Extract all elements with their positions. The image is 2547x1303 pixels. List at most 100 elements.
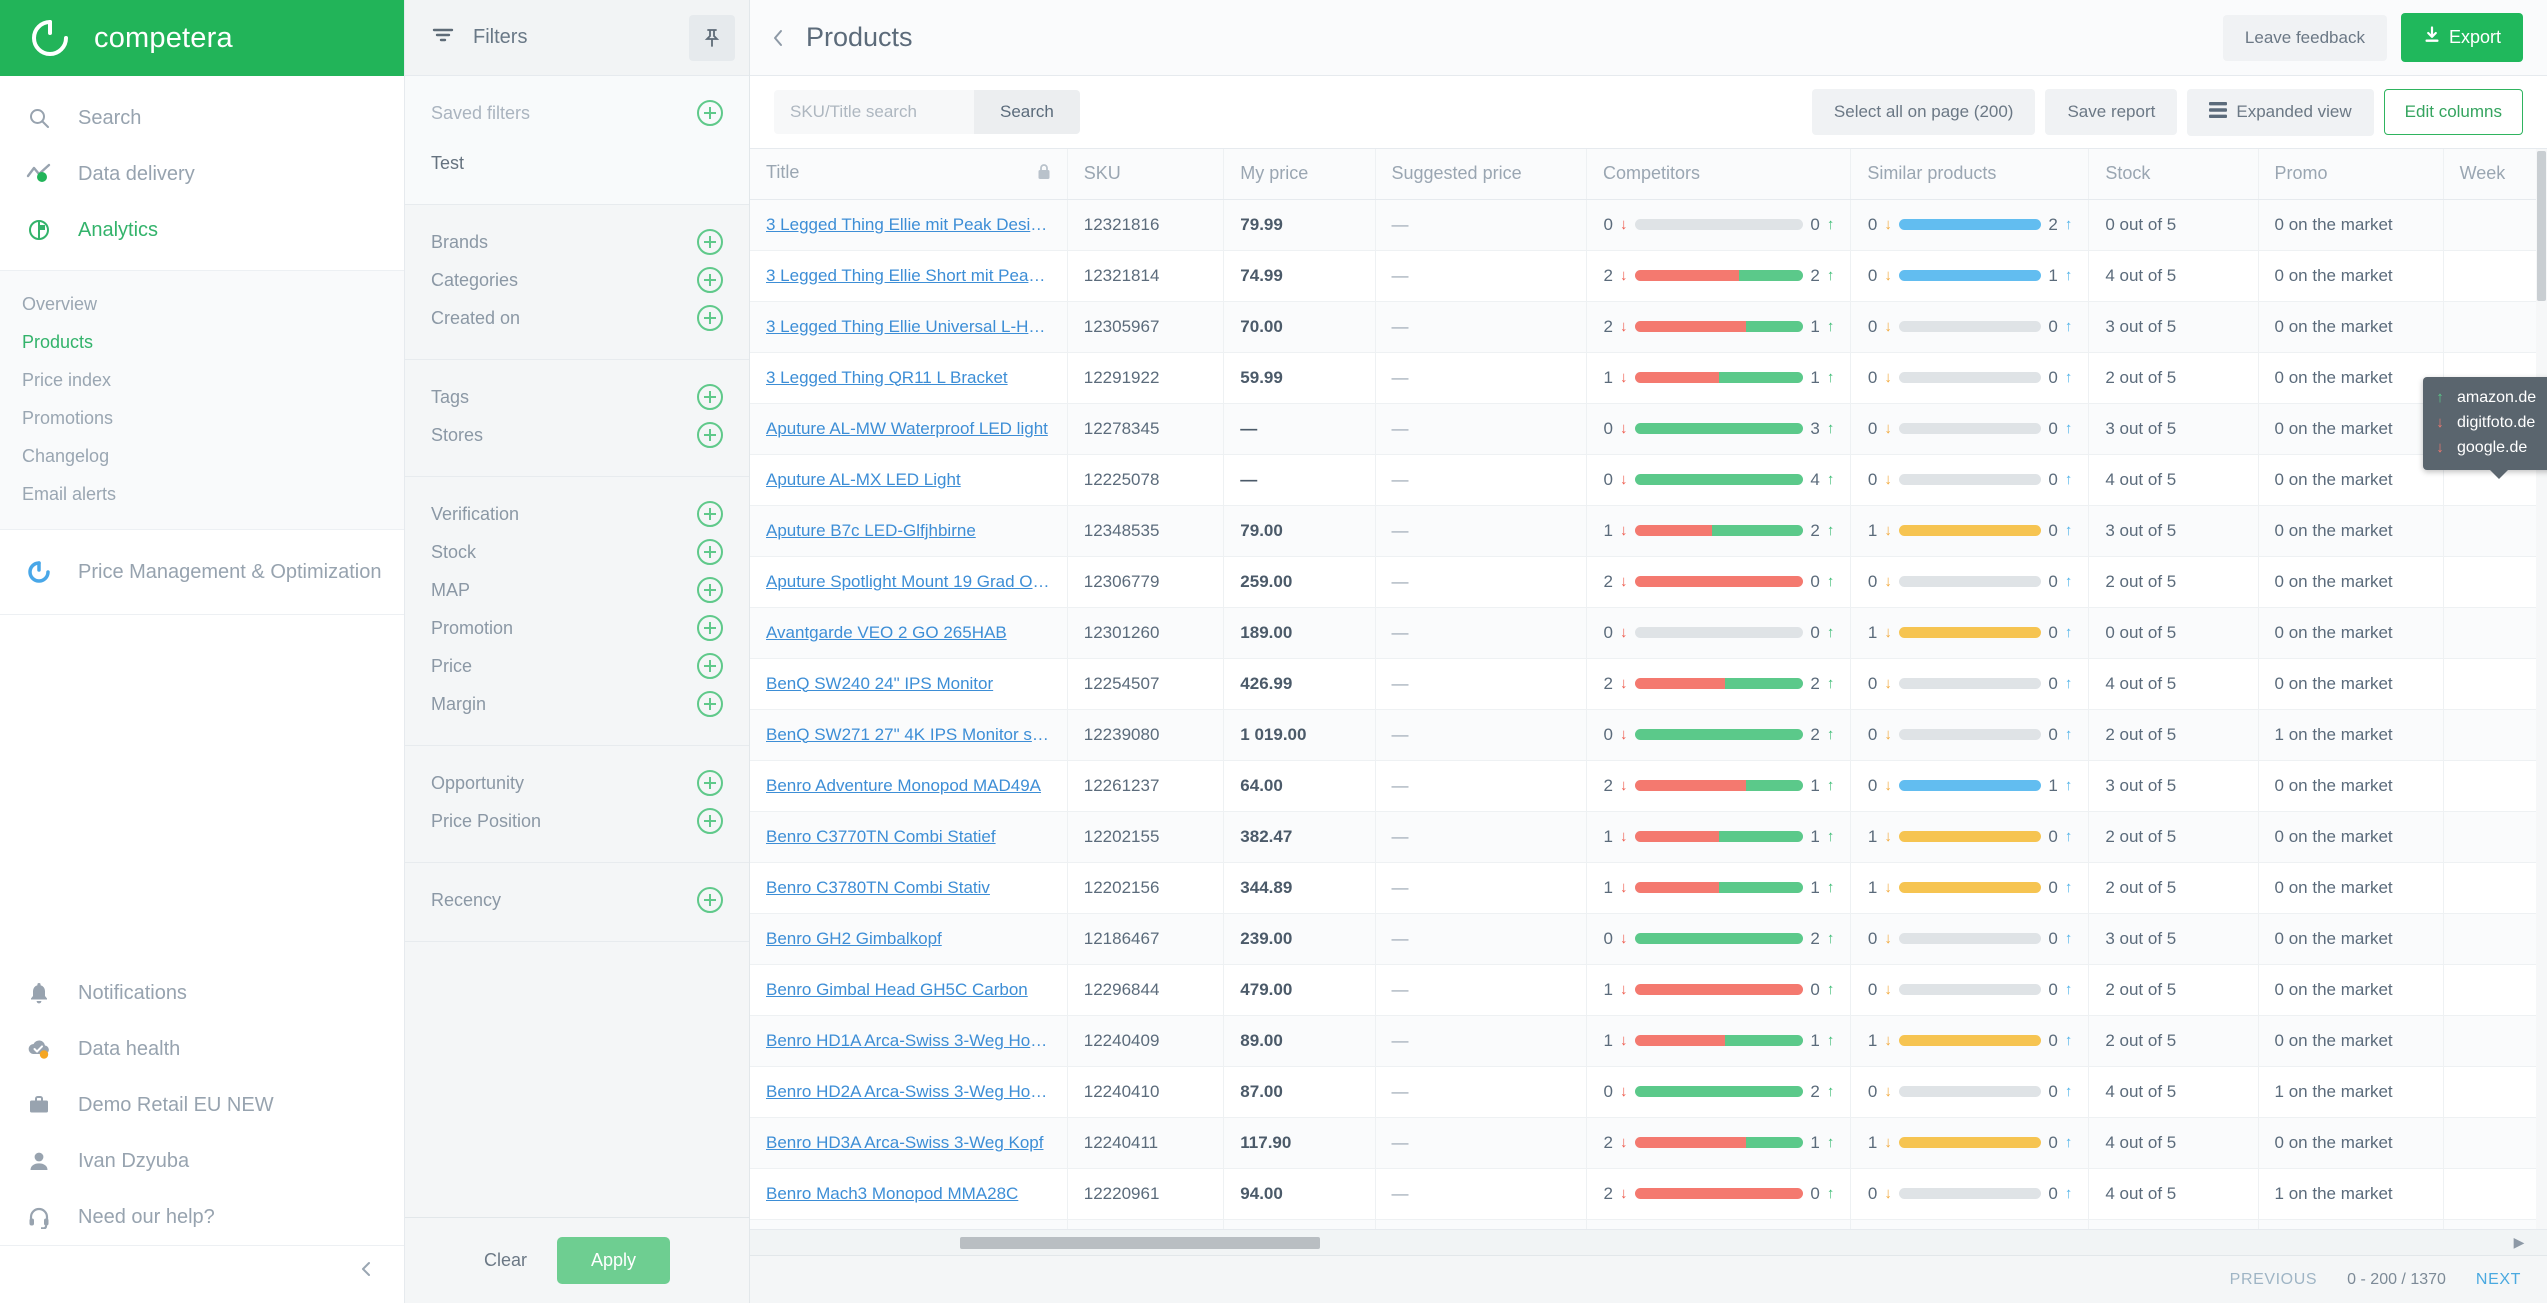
add-filter-button[interactable] — [697, 691, 723, 717]
add-filter-button[interactable] — [697, 808, 723, 834]
horizontal-scroll-thumb[interactable] — [960, 1236, 1320, 1249]
filter-row-categories[interactable]: Categories — [405, 261, 749, 299]
competitors-bar[interactable] — [1634, 1188, 1803, 1199]
expanded-view-button[interactable]: Expanded view — [2187, 88, 2374, 136]
product-title-link[interactable]: BenQ SW240 24" IPS Monitor — [766, 674, 1051, 694]
competitors-bar[interactable] — [1634, 729, 1803, 740]
product-title-link[interactable]: Avantgarde VEO 2 GO 265HAB — [766, 623, 1051, 643]
product-title-link[interactable]: 3 Legged Thing Ellie Short mit Peak Des.… — [766, 266, 1051, 286]
search-button[interactable]: Search — [974, 90, 1080, 134]
filter-row-created-on[interactable]: Created on — [405, 299, 749, 337]
filter-row-margin[interactable]: Margin — [405, 685, 749, 723]
horizontal-scroll-track[interactable] — [960, 1236, 2517, 1249]
edit-columns-button[interactable]: Edit columns — [2383, 89, 2523, 135]
filter-row-map[interactable]: MAP — [405, 571, 749, 609]
add-filter-button[interactable] — [697, 770, 723, 796]
column-header-title[interactable]: Title — [750, 149, 1068, 200]
similar-bar[interactable] — [1898, 729, 2041, 740]
add-filter-button[interactable] — [697, 577, 723, 603]
filter-row-verification[interactable]: Verification — [405, 495, 749, 533]
column-header-similar-products[interactable]: Similar products — [1850, 149, 2090, 200]
save-report-button[interactable]: Save report — [2045, 89, 2178, 135]
add-filter-button[interactable] — [697, 539, 723, 565]
similar-bar[interactable] — [1898, 1035, 2041, 1046]
column-header-my-price[interactable]: My price — [1223, 149, 1376, 200]
competitors-bar[interactable] — [1634, 525, 1803, 536]
filter-row-recency[interactable]: Recency — [405, 881, 749, 919]
sidebar-item-data-delivery[interactable]: Data delivery — [0, 146, 404, 202]
column-header-week[interactable]: Week — [2443, 149, 2547, 200]
product-title-link[interactable]: Benro C3770TN Combi Statief — [766, 827, 1051, 847]
clear-filters-button[interactable]: Clear — [484, 1250, 527, 1271]
product-title-link[interactable]: Benro Gimbal Head GH5C Carbon — [766, 980, 1051, 1000]
product-title-link[interactable]: 3 Legged Thing Ellie Universal L-Halteru… — [766, 317, 1051, 337]
filter-row-stores[interactable]: Stores — [405, 416, 749, 454]
similar-bar[interactable] — [1898, 780, 2041, 791]
competitors-bar[interactable] — [1634, 423, 1803, 434]
product-title-link[interactable]: Aputure AL-MX LED Light — [766, 470, 1051, 490]
competitors-bar[interactable] — [1634, 576, 1803, 587]
similar-bar[interactable] — [1898, 882, 2041, 893]
similar-bar[interactable] — [1898, 270, 2041, 281]
vertical-scroll-thumb[interactable] — [2537, 151, 2546, 301]
add-saved-filter-button[interactable] — [697, 100, 723, 126]
add-filter-button[interactable] — [697, 229, 723, 255]
product-title-link[interactable]: 3 Legged Thing Ellie mit Peak Design Ca.… — [766, 215, 1051, 235]
add-filter-button[interactable] — [697, 267, 723, 293]
sidebar-item-need-help[interactable]: Need our help? — [0, 1189, 404, 1245]
filter-row-price-position[interactable]: Price Position — [405, 802, 749, 840]
product-title-link[interactable]: BenQ SW271 27" 4K IPS Monitor schwarz — [766, 725, 1051, 745]
chevron-left-icon[interactable] — [766, 28, 792, 48]
sidebar-item-promotions[interactable]: Promotions — [0, 399, 404, 437]
add-filter-button[interactable] — [697, 384, 723, 410]
competitors-bar[interactable] — [1634, 474, 1803, 485]
previous-page-button[interactable]: PREVIOUS — [2230, 1271, 2318, 1289]
product-title-link[interactable]: Benro HD3A Arca-Swiss 3-Weg Kopf — [766, 1133, 1051, 1153]
competitors-bar[interactable] — [1634, 321, 1803, 332]
sidebar-item-price-management-optimization[interactable]: Price Management & Optimization — [0, 544, 404, 600]
select-all-on-page-button[interactable]: Select all on page (200) — [1811, 89, 2036, 135]
similar-bar[interactable] — [1898, 1086, 2041, 1097]
add-filter-button[interactable] — [697, 501, 723, 527]
column-header-promo[interactable]: Promo — [2258, 149, 2444, 200]
similar-bar[interactable] — [1898, 1188, 2041, 1199]
competitors-bar[interactable] — [1634, 270, 1803, 281]
sidebar-item-search[interactable]: Search — [0, 90, 404, 146]
product-title-link[interactable]: Benro Adventure Monopod MAD49A — [766, 776, 1051, 796]
sidebar-item-analytics[interactable]: Analytics — [0, 202, 404, 258]
competitors-bar[interactable] — [1634, 984, 1803, 995]
leave-feedback-button[interactable]: Leave feedback — [2222, 14, 2387, 61]
scroll-right-arrow-icon[interactable]: ▶ — [2507, 1234, 2531, 1251]
competitors-bar[interactable] — [1634, 933, 1803, 944]
apply-filters-button[interactable]: Apply — [556, 1237, 671, 1284]
column-header-stock[interactable]: Stock — [2088, 149, 2259, 200]
similar-bar[interactable] — [1898, 933, 2041, 944]
add-filter-button[interactable] — [697, 887, 723, 913]
product-title-link[interactable]: Aputure AL-MW Waterproof LED light — [766, 419, 1051, 439]
column-header-competitors[interactable]: Competitors — [1586, 149, 1852, 200]
filter-row-stock[interactable]: Stock — [405, 533, 749, 571]
competitors-bar[interactable] — [1634, 372, 1803, 383]
add-filter-button[interactable] — [697, 422, 723, 448]
filter-row-promotion[interactable]: Promotion — [405, 609, 749, 647]
product-title-link[interactable]: Benro HD1A Arca-Swiss 3-Weg Hoofd — [766, 1031, 1051, 1051]
competitors-bar[interactable] — [1634, 678, 1803, 689]
similar-bar[interactable] — [1898, 831, 2041, 842]
add-filter-button[interactable] — [697, 615, 723, 641]
sidebar-item-data-health[interactable]: Data health — [0, 1021, 404, 1077]
next-page-button[interactable]: NEXT — [2476, 1271, 2521, 1289]
similar-bar[interactable] — [1898, 525, 2041, 536]
competitors-bar[interactable] — [1634, 831, 1803, 842]
vertical-scrollbar[interactable] — [2536, 149, 2547, 1229]
similar-bar[interactable] — [1898, 1137, 2041, 1148]
competitors-bar[interactable] — [1634, 780, 1803, 791]
filter-row-tags[interactable]: Tags — [405, 378, 749, 416]
similar-bar[interactable] — [1898, 576, 2041, 587]
sidebar-item-user-profile[interactable]: Ivan Dzyuba — [0, 1133, 404, 1189]
similar-bar[interactable] — [1898, 984, 2041, 995]
competitors-bar[interactable] — [1634, 1086, 1803, 1097]
filter-row-price[interactable]: Price — [405, 647, 749, 685]
product-title-link[interactable]: Benro GH2 Gimbalkopf — [766, 929, 1051, 949]
add-filter-button[interactable] — [697, 653, 723, 679]
competitors-bar[interactable] — [1634, 1035, 1803, 1046]
